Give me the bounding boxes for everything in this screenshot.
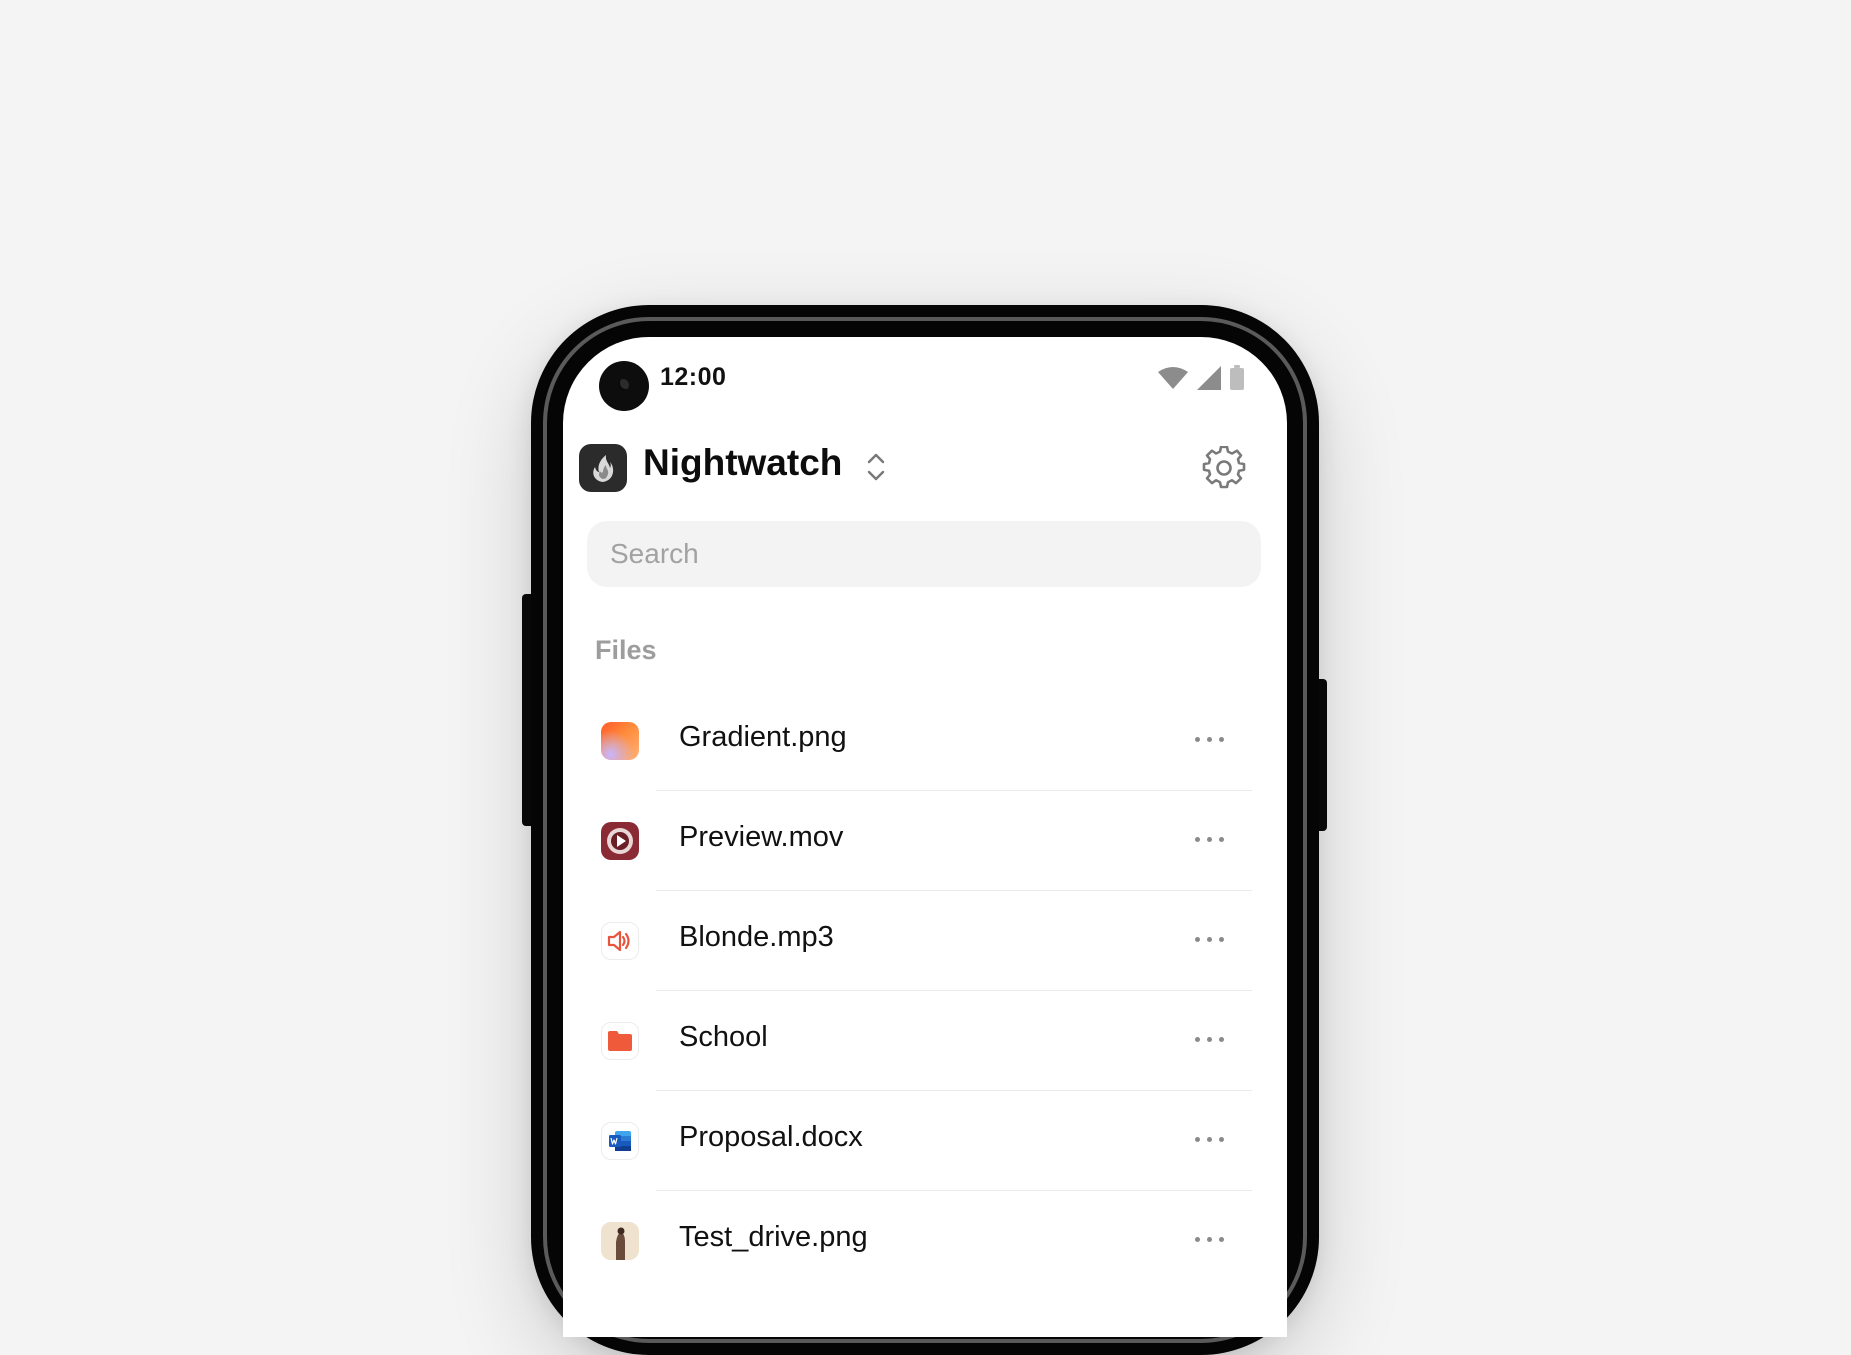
chevron-up-down-icon[interactable] [866,451,886,483]
file-name: Gradient.png [679,721,847,753]
cellular-signal-icon [1197,366,1221,390]
word-doc-icon [601,1122,639,1160]
battery-icon [1230,365,1244,390]
more-options-icon[interactable] [1195,1037,1224,1042]
more-options-icon[interactable] [1195,1137,1224,1142]
workspace-title[interactable]: Nightwatch [643,442,842,484]
photo-thumbnail-icon [601,1222,639,1260]
phone-screen: 12:00 Nightwatch Files Gra [563,337,1287,1337]
more-options-icon[interactable] [1195,1237,1224,1242]
more-options-icon[interactable] [1195,737,1224,742]
gear-icon[interactable] [1202,446,1246,490]
more-options-icon[interactable] [1195,937,1224,942]
file-list: Gradient.png Preview.mov Blonde.mp3 Scho… [563,691,1287,1291]
file-row[interactable]: Proposal.docx [563,1091,1287,1191]
file-row[interactable]: Blonde.mp3 [563,891,1287,991]
status-time: 12:00 [660,363,727,391]
more-options-icon[interactable] [1195,837,1224,842]
flame-logo-icon [593,455,614,482]
status-icons [1157,365,1245,391]
file-row[interactable]: Preview.mov [563,791,1287,891]
files-section-label: Files [595,635,657,665]
search-input[interactable] [587,521,1261,587]
file-name: Test_drive.png [679,1221,868,1253]
workspace-logo[interactable] [579,444,627,492]
file-row[interactable]: Test_drive.png [563,1191,1287,1291]
wifi-icon [1158,367,1188,389]
file-row[interactable]: School [563,991,1287,1091]
folder-icon [601,1022,639,1060]
video-file-icon [601,822,639,860]
file-name: Proposal.docx [679,1121,863,1153]
audio-file-icon [601,922,639,960]
file-name: Blonde.mp3 [679,921,834,953]
file-name: School [679,1021,768,1053]
front-camera [599,361,649,411]
gradient-image-icon [601,722,639,760]
file-row[interactable]: Gradient.png [563,691,1287,791]
file-name: Preview.mov [679,821,844,853]
